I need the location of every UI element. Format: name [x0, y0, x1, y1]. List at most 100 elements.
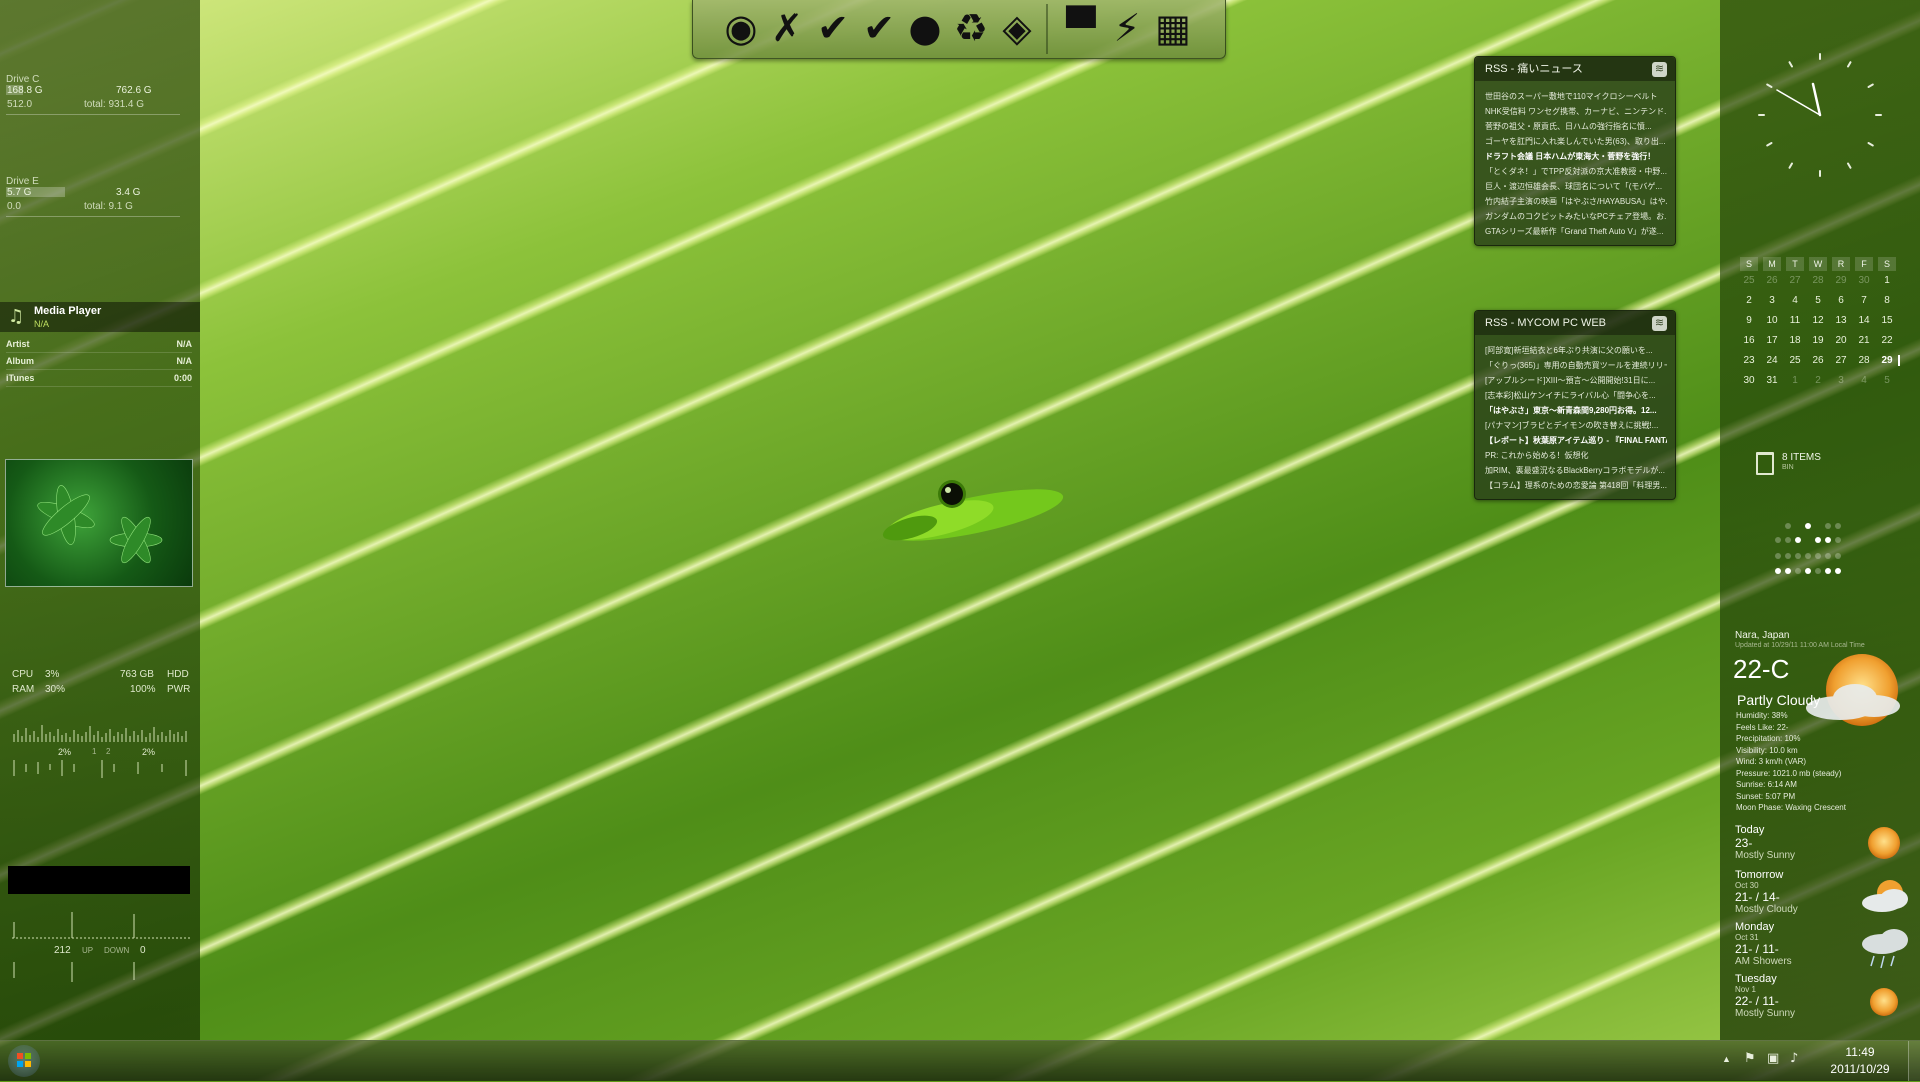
- check-icon-2[interactable]: ✔: [857, 6, 901, 50]
- calendar-day[interactable]: 14: [1853, 315, 1875, 326]
- firefox-icon[interactable]: ◉: [719, 6, 763, 50]
- calendar-day[interactable]: 8: [1876, 295, 1898, 306]
- calendar-day[interactable]: 4: [1784, 295, 1806, 306]
- core-index-1: 1: [92, 747, 97, 756]
- recycle-icon[interactable]: ♻: [949, 6, 993, 50]
- rss-icon[interactable]: ≋: [1652, 316, 1667, 331]
- volume-icon[interactable]: ♪: [1790, 1051, 1798, 1066]
- music-note-icon: ♫: [8, 306, 25, 327]
- calendar-day[interactable]: 2: [1807, 375, 1829, 386]
- calendar-day[interactable]: 2: [1738, 295, 1760, 306]
- media-player-header[interactable]: ♫ Media Player N/A: [0, 302, 200, 332]
- computer-icon[interactable]: ▀: [1059, 6, 1103, 50]
- calendar-day[interactable]: 22: [1876, 335, 1898, 346]
- weather-detail-line: Feels Like: 22-: [1736, 722, 1789, 732]
- calendar-day[interactable]: 12: [1807, 315, 1829, 326]
- calendar-day[interactable]: 6: [1830, 295, 1852, 306]
- target-icon[interactable]: ◈: [995, 6, 1039, 50]
- rss-item[interactable]: [アップルシード]XIII～預言～公開開始!31日に...: [1485, 373, 1667, 388]
- lightning-icon[interactable]: ⚡: [1105, 6, 1149, 50]
- rss-item[interactable]: 加RIM、裏最盛況なるBlackBerryコラボモデルが...: [1485, 463, 1667, 478]
- calendar-day[interactable]: 26: [1807, 355, 1829, 366]
- rss-feed-title[interactable]: RSS - MYCOM PC WEB: [1475, 311, 1675, 335]
- calendar-day[interactable]: 5: [1807, 295, 1829, 306]
- dock-separator: [1046, 4, 1048, 54]
- calendar-day[interactable]: 15: [1876, 315, 1898, 326]
- calendar-day[interactable]: 25: [1784, 355, 1806, 366]
- rss-item[interactable]: 「ぐりっ(365)」専用の自動売買ツールを連続リリー...: [1485, 358, 1667, 373]
- rss-item[interactable]: [阿部寛]新垣結衣と6年ぶり共演に父の願いを...: [1485, 343, 1667, 358]
- calendar-day[interactable]: 7: [1853, 295, 1875, 306]
- rss-item[interactable]: 竹内結子主演の映画「はやぶさ/HAYABUSA」はやぶ...: [1485, 194, 1667, 209]
- calendar-day[interactable]: 19: [1807, 335, 1829, 346]
- network-down-label: DOWN: [104, 946, 130, 955]
- rss-item[interactable]: [志本彩]松山ケンイチにライバル心「闘争心を...: [1485, 388, 1667, 403]
- start-button[interactable]: [8, 1045, 40, 1077]
- apple-icon[interactable]: ●: [903, 6, 947, 50]
- rss-item[interactable]: 【コラム】理系のための恋愛論 第418回「料理男...: [1485, 478, 1667, 493]
- calendar-day[interactable]: 27: [1784, 275, 1806, 286]
- calendar-day[interactable]: 31: [1761, 375, 1783, 386]
- rss-item[interactable]: ドラフト会議 日本ハムが東海大・菅野を強行！: [1485, 149, 1667, 164]
- calendar-day[interactable]: 16: [1738, 335, 1760, 346]
- rss-item[interactable]: PR: これから始める！仮想化: [1485, 448, 1667, 463]
- check-icon[interactable]: ✔: [811, 6, 855, 50]
- calendar-day[interactable]: 20: [1830, 335, 1852, 346]
- rss-item[interactable]: 世田谷のスーパー敷地で110マイクロシーベルト: [1485, 89, 1667, 104]
- rss-item[interactable]: NHK受信料 ワンセグ携帯、カーナビ、ニンテンド...: [1485, 104, 1667, 119]
- calendar-day[interactable]: 30: [1738, 375, 1760, 386]
- rss-item[interactable]: [パナマン]ブラピとデイモンの吹き替えに挑戦!...: [1485, 418, 1667, 433]
- windows-icon[interactable]: ▦: [1151, 6, 1195, 50]
- rss-item[interactable]: 「はやぶさ」東京～新青森間9,280円お得。12...: [1485, 403, 1667, 418]
- calendar-weekday-header: W: [1809, 257, 1827, 271]
- rss-item[interactable]: 【レポート】秋葉原アイテム巡り - 『FINAL FANTA...: [1485, 433, 1667, 448]
- calendar-day[interactable]: 1: [1876, 275, 1898, 286]
- calendar-day[interactable]: 30: [1853, 275, 1875, 286]
- calendar-day[interactable]: 25: [1738, 275, 1760, 286]
- show-hidden-icons-button[interactable]: ▲: [1722, 1054, 1731, 1064]
- rss-feed-title[interactable]: RSS - 痛いニュース: [1475, 57, 1675, 81]
- calendar-today[interactable]: 29: [1876, 355, 1900, 366]
- calendar-day[interactable]: 17: [1761, 335, 1783, 346]
- rss-item[interactable]: GTAシリーズ最新作「Grand Theft Auto V」が遂...: [1485, 224, 1667, 239]
- calendar-day[interactable]: 27: [1830, 355, 1852, 366]
- network-down-value: 0: [140, 945, 146, 956]
- forecast-condition: Mostly Sunny: [1735, 850, 1796, 861]
- calendar-day[interactable]: 3: [1830, 375, 1852, 386]
- weather-detail-line: Sunset: 5:07 PM: [1736, 791, 1796, 801]
- rss-item[interactable]: 「とくダネ！」でTPP反対派の京大准教授・中野...: [1485, 164, 1667, 179]
- rss-icon[interactable]: ≋: [1652, 62, 1667, 77]
- calendar-day[interactable]: 1: [1784, 375, 1806, 386]
- pwr-label: PWR: [167, 684, 191, 695]
- rss-item[interactable]: ゴーヤを肛門に入れ楽しんでいた男(63)、取り出...: [1485, 134, 1667, 149]
- network-icon[interactable]: ▣: [1767, 1051, 1779, 1066]
- calendar-day[interactable]: 28: [1807, 275, 1829, 286]
- action-center-flag-icon[interactable]: ⚑: [1744, 1051, 1756, 1066]
- calendar-day[interactable]: 28: [1853, 355, 1875, 366]
- media-row-album: Album N/A: [6, 356, 192, 370]
- calendar-day[interactable]: 18: [1784, 335, 1806, 346]
- calendar-day[interactable]: 21: [1853, 335, 1875, 346]
- calendar-day[interactable]: 5: [1876, 375, 1898, 386]
- clock-area[interactable]: 11:49 2011/10/29: [1812, 1045, 1908, 1076]
- weather-detail-line: Sunrise: 6:14 AM: [1736, 780, 1797, 789]
- rss-item[interactable]: 巨人・渡辺恒雄会長、球団名について「(モバゲ...: [1485, 179, 1667, 194]
- calendar-day[interactable]: 24: [1761, 355, 1783, 366]
- calendar-day[interactable]: 23: [1738, 355, 1760, 366]
- calendar-day[interactable]: 4: [1853, 375, 1875, 386]
- calendar-day[interactable]: 13: [1830, 315, 1852, 326]
- taskbar-date: 2011/10/29: [1830, 1062, 1890, 1076]
- rss-item[interactable]: ガンダムのコクピットみたいなPCチェア登場。お...: [1485, 209, 1667, 224]
- calendar-day[interactable]: 9: [1738, 315, 1760, 326]
- recycle-bin-icon[interactable]: [1756, 452, 1774, 475]
- calendar-day[interactable]: 10: [1761, 315, 1783, 326]
- calendar-day[interactable]: 26: [1761, 275, 1783, 286]
- network-graph: [12, 912, 190, 982]
- cross-icon[interactable]: ✗: [765, 6, 809, 50]
- rss-item[interactable]: 菅野の祖父・原貢氏、日ハムの強行指名に憤...: [1485, 119, 1667, 134]
- calendar-day[interactable]: 11: [1784, 315, 1806, 326]
- calendar-day[interactable]: 3: [1761, 295, 1783, 306]
- calendar-day[interactable]: 29: [1830, 275, 1852, 286]
- photo-frame[interactable]: [5, 459, 193, 587]
- show-desktop-button[interactable]: [1908, 1041, 1920, 1081]
